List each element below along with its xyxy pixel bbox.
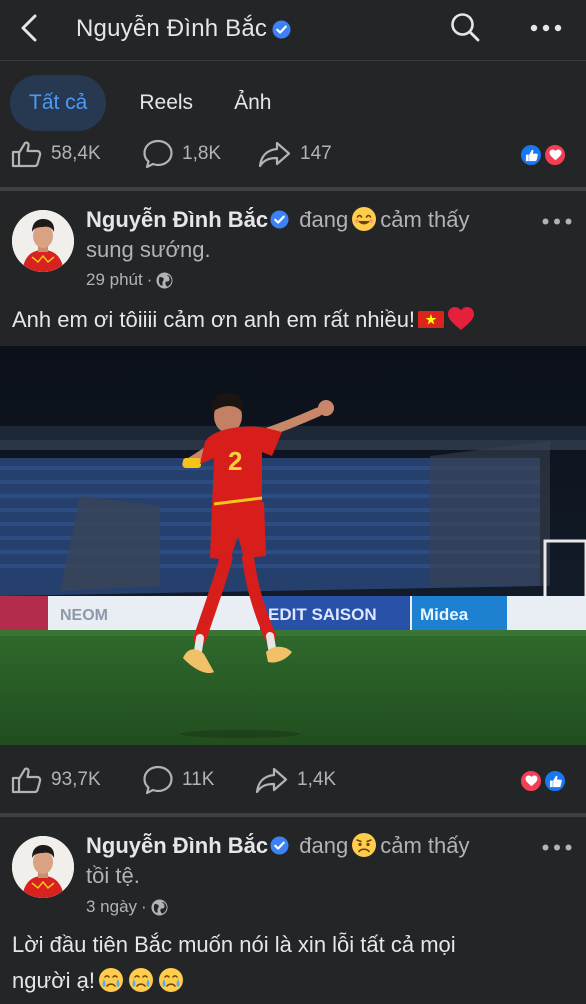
like-count: 93,7K xyxy=(51,769,101,790)
avatar-image xyxy=(12,836,74,898)
share-icon xyxy=(255,767,288,794)
verified-badge-icon xyxy=(270,836,289,855)
search-icon xyxy=(451,13,480,42)
feeling-prefix: đang xyxy=(293,207,349,232)
love-reaction-icon xyxy=(543,143,567,167)
post-photo[interactable]: NEOM EDIT SAISON Midea 2 xyxy=(0,346,586,745)
more-horizontal-icon xyxy=(542,218,572,224)
like-reaction-icon xyxy=(519,143,543,167)
post-time[interactable]: 29 phút xyxy=(86,270,143,290)
post-body: Anh em ơi tôiiii cảm ơn anh em rất nhiều… xyxy=(12,302,572,338)
search-button[interactable] xyxy=(448,10,482,44)
previous-post-action-bar: 58,4K 1,8K 147 xyxy=(0,134,586,174)
more-horizontal-icon xyxy=(530,24,562,32)
author-name[interactable]: Nguyễn Đình Bắc xyxy=(86,207,268,232)
comment-icon xyxy=(143,765,173,795)
author-name[interactable]: Nguyễn Đình Bắc xyxy=(86,833,268,858)
vietnam-flag-icon xyxy=(418,311,445,328)
comment-button[interactable]: 11K xyxy=(142,760,214,800)
more-options-button[interactable] xyxy=(528,14,564,42)
feeling-text: sung sướng. xyxy=(86,237,211,262)
reaction-summary[interactable] xyxy=(519,769,571,793)
author-avatar[interactable] xyxy=(12,836,74,898)
svg-text:2: 2 xyxy=(228,446,242,476)
smiling-face-icon xyxy=(352,207,377,231)
post-text-line-2: người ạ! xyxy=(12,968,95,993)
tab-reels[interactable]: Reels xyxy=(139,75,193,131)
thumbs-up-icon xyxy=(11,767,42,794)
globe-icon xyxy=(151,898,168,916)
post-header: Nguyễn Đình Bắc đang cảm thấy sung sướng. xyxy=(86,205,516,265)
tab-all[interactable]: Tất cả xyxy=(10,75,107,131)
post-action-bar: 93,7K 11K 1,4K xyxy=(0,760,586,800)
profile-title: Nguyễn Đình Bắc xyxy=(76,12,291,46)
globe-icon xyxy=(156,271,173,289)
like-button[interactable]: 58,4K xyxy=(11,134,101,174)
post-time[interactable]: 3 ngày xyxy=(86,897,137,917)
feeling-suffix: cảm thấy xyxy=(380,833,470,858)
back-button[interactable] xyxy=(14,12,44,44)
verified-badge-icon xyxy=(270,210,289,229)
comment-button[interactable]: 1,8K xyxy=(142,134,221,174)
post-body: Lời đầu tiên Bắc muốn nói là xin lỗi tất… xyxy=(12,927,572,999)
feeling-suffix: cảm thấy xyxy=(380,207,470,232)
comment-icon xyxy=(143,139,173,169)
svg-text:Midea: Midea xyxy=(420,605,469,624)
post-options-button[interactable] xyxy=(540,834,574,860)
post-options-button[interactable] xyxy=(540,208,574,234)
comment-count: 11K xyxy=(182,769,215,790)
crying-face-icon xyxy=(128,968,153,992)
post-separator xyxy=(0,187,586,191)
chevron-left-icon xyxy=(21,14,37,42)
comment-count: 1,8K xyxy=(182,143,222,164)
header-divider xyxy=(0,60,586,61)
share-button[interactable]: 147 xyxy=(258,134,332,174)
top-app-bar: Nguyễn Đình Bắc xyxy=(0,0,586,58)
like-count: 58,4K xyxy=(51,143,101,164)
share-count: 147 xyxy=(300,143,332,164)
more-horizontal-icon xyxy=(542,844,572,850)
avatar-image xyxy=(12,210,74,272)
post-text: Anh em ơi tôiiii cảm ơn anh em rất nhiều… xyxy=(12,307,416,332)
post-header: Nguyễn Đình Bắc đang cảm thấy tồi tệ. xyxy=(86,831,516,891)
svg-text:EDIT SAISON: EDIT SAISON xyxy=(268,605,377,624)
love-reaction-icon xyxy=(519,769,543,793)
worried-face-icon xyxy=(352,833,377,857)
like-button[interactable]: 93,7K xyxy=(11,760,101,800)
profile-tabs: Tất cả Reels Ảnh xyxy=(10,75,271,131)
post-meta: 3 ngày · xyxy=(86,897,168,917)
share-button[interactable]: 1,4K xyxy=(255,760,336,800)
page-title: Nguyễn Đình Bắc xyxy=(76,15,268,42)
football-player-celebrating-image: NEOM EDIT SAISON Midea 2 xyxy=(0,346,586,745)
feeling-text: tồi tệ. xyxy=(86,863,140,888)
svg-text:NEOM: NEOM xyxy=(60,607,108,624)
tab-photos[interactable]: Ảnh xyxy=(234,75,271,131)
reaction-summary[interactable] xyxy=(519,143,571,167)
like-reaction-icon xyxy=(543,769,567,793)
author-avatar[interactable] xyxy=(12,210,74,272)
crying-face-icon xyxy=(98,968,123,992)
crying-face-icon xyxy=(158,968,183,992)
share-icon xyxy=(258,141,291,168)
post-meta: 29 phút · xyxy=(86,270,173,290)
post-separator xyxy=(0,813,586,817)
post-text-line-1: Lời đầu tiên Bắc muốn nói là xin lỗi tất… xyxy=(12,932,456,957)
share-count: 1,4K xyxy=(297,769,337,790)
verified-badge-icon xyxy=(272,19,291,39)
red-heart-icon xyxy=(448,307,475,330)
feeling-prefix: đang xyxy=(293,833,349,858)
thumbs-up-icon xyxy=(11,141,42,168)
